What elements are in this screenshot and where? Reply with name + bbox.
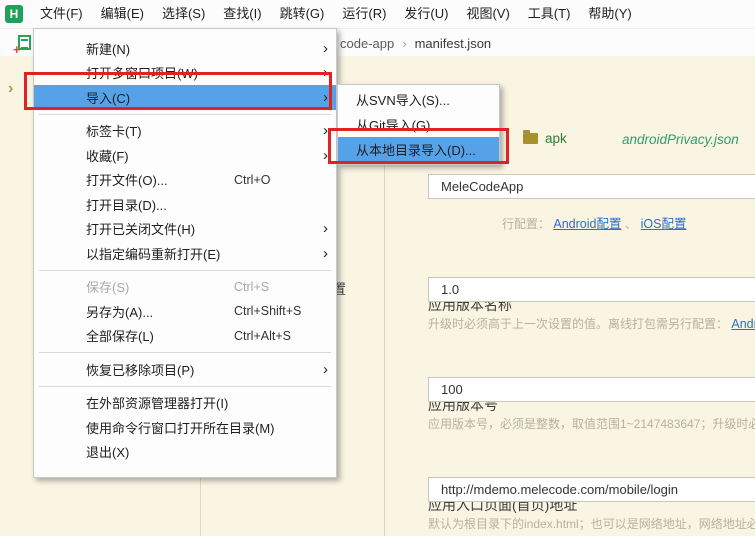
version-name-description: 升级时必须高于上一次设置的值。离线打包需另行配置： Andr <box>428 315 755 332</box>
chevron-right-icon[interactable]: › <box>8 80 13 98</box>
menubar-item-label: 工具(T) <box>528 6 571 21</box>
menu-separator <box>34 266 336 275</box>
submenu-arrow-icon <box>314 361 328 378</box>
highlight-box-import <box>24 72 332 110</box>
menu-item-label: 收藏(F) <box>86 146 234 165</box>
menu-item-label: 另存为(A)... <box>86 302 234 321</box>
version-name-desc-text: 升级时必须高于上一次设置的值。离线打包需另行配置： <box>428 317 728 331</box>
menubar-items: 文件(F) 编辑(E) 选择(S) 查找(I) 跳转(G) <box>31 0 641 28</box>
menubar-item[interactable]: 工具(T) <box>519 0 580 28</box>
manifest-sidebar-divider <box>384 100 385 536</box>
new-file-icon[interactable]: + <box>13 34 32 53</box>
menu-item-label: 新建(N) <box>86 39 234 58</box>
file-menu-item[interactable]: 标签卡(T) <box>34 119 336 144</box>
menubar-item-label: 文件(F) <box>40 6 83 21</box>
file-menu-item[interactable]: 以指定编码重新打开(E) <box>34 241 336 266</box>
file-menu-item[interactable]: 另存为(A)... Ctrl+Shift+S <box>34 299 336 324</box>
menubar-item[interactable]: 跳转(G) <box>271 0 334 28</box>
menu-item-label: 保存(S) <box>86 277 234 296</box>
hbuilderx-logo: H <box>5 5 23 23</box>
app-name-description: 行配置： Android配置 、 iOS配置 <box>502 213 687 232</box>
menubar-item-label: 帮助(Y) <box>588 6 631 21</box>
menubar-item[interactable]: 选择(S) <box>153 0 214 28</box>
menubar-item[interactable]: 发行(U) <box>395 0 457 28</box>
menubar-item-label: 编辑(E) <box>101 6 144 21</box>
menubar-item[interactable]: 查找(I) <box>214 0 270 28</box>
menu-item-label: 打开文件(O)... <box>86 170 234 189</box>
file-menu-item[interactable]: 在外部资源管理器打开(I) <box>34 391 336 416</box>
menu-item-label: 在外部资源管理器打开(I) <box>86 393 234 412</box>
breadcrumb-separator-icon: › <box>402 36 406 51</box>
menubar: H 文件(F) 编辑(E) 选择(S) 查找(I) <box>0 0 755 28</box>
tab-android-privacy[interactable]: androidPrivacy.json <box>622 132 739 147</box>
link-separator: 、 <box>625 217 638 231</box>
submenu-arrow-icon <box>314 220 328 237</box>
menu-item-label: 标签卡(T) <box>86 121 234 140</box>
menu-item-label: 打开目录(D)... <box>86 195 234 214</box>
menubar-item-label: 视图(V) <box>466 6 509 21</box>
file-menu-item[interactable]: 全部保存(L) Ctrl+Alt+S <box>34 324 336 349</box>
submenu-arrow-icon <box>314 245 328 262</box>
menubar-item-label: 跳转(G) <box>280 6 325 21</box>
file-menu-item[interactable]: 打开已关闭文件(H) <box>34 217 336 242</box>
plus-glyph: + <box>13 43 21 56</box>
tab-apk-label: apk <box>545 131 567 146</box>
tab-apk-folder[interactable]: apk <box>523 131 567 146</box>
file-menu-item[interactable]: 退出(X) <box>34 440 336 465</box>
version-code-input[interactable] <box>428 377 755 402</box>
menubar-item-label: 查找(I) <box>223 6 261 21</box>
folder-icon <box>523 133 538 144</box>
ios-config-link[interactable]: iOS配置 <box>641 217 687 231</box>
breadcrumb-file[interactable]: manifest.json <box>415 36 492 51</box>
menu-item-label: 以指定编码重新打开(E) <box>86 244 234 263</box>
app-name-input[interactable] <box>428 174 755 199</box>
menu-item-label: 使用命令行窗口打开所在目录(M) <box>86 418 234 437</box>
menu-item-label: 打开已关闭文件(H) <box>86 219 234 238</box>
highlight-box-import-local <box>328 128 509 164</box>
entry-page-input[interactable] <box>428 477 755 502</box>
menu-item-label: 恢复已移除项目(P) <box>86 360 234 379</box>
import-submenu-item[interactable]: 从SVN导入(S)... <box>338 87 499 112</box>
menu-item-label: 退出(X) <box>86 442 234 461</box>
android-config-link[interactable]: Android配置 <box>553 217 621 231</box>
menubar-item[interactable]: 帮助(Y) <box>579 0 640 28</box>
menubar-item[interactable]: 视图(V) <box>457 0 518 28</box>
version-name-input[interactable] <box>428 277 755 302</box>
hbuilderx-window: manifest.json apk androidPrivacy.json 行配… <box>0 0 755 536</box>
breadcrumb: code-app › manifest.json <box>340 29 491 57</box>
menu-separator <box>34 110 336 119</box>
file-menu-item[interactable]: 使用命令行窗口打开所在目录(M) <box>34 415 336 440</box>
file-menu-item[interactable]: 打开文件(O)... Ctrl+O <box>34 168 336 193</box>
menu-separator <box>34 348 336 357</box>
menubar-item-label: 运行(R) <box>342 6 386 21</box>
app-name-desc-fragment: 行配置： <box>502 217 550 231</box>
menu-item-label: 全部保存(L) <box>86 326 234 345</box>
submenu-arrow-icon <box>314 40 328 57</box>
version-code-description: 应用版本号，必须是整数，取值范围1~2147483647；升级时必 <box>428 415 755 432</box>
file-menu-item[interactable]: 收藏(F) <box>34 143 336 168</box>
menubar-item[interactable]: 运行(R) <box>333 0 395 28</box>
menubar-item-label: 发行(U) <box>404 6 448 21</box>
file-menu-item[interactable]: 打开目录(D)... <box>34 192 336 217</box>
menu-item-shortcut: Ctrl+Shift+S <box>234 304 314 318</box>
menu-item-label: 从SVN导入(S)... <box>356 90 491 109</box>
menubar-item[interactable]: 文件(F) <box>31 0 92 28</box>
entry-page-description: 默认为根目录下的index.html；也可以是网络地址，网络地址必 <box>428 515 755 532</box>
menubar-item[interactable]: 编辑(E) <box>92 0 153 28</box>
file-menu-item[interactable]: 恢复已移除项目(P) <box>34 357 336 382</box>
submenu-arrow-icon <box>314 122 328 139</box>
menu-item-shortcut: Ctrl+O <box>234 173 314 187</box>
file-menu-item[interactable]: 保存(S) Ctrl+S <box>34 275 336 300</box>
menubar-item-label: 选择(S) <box>162 6 205 21</box>
android-offline-config-link[interactable]: Andr <box>731 317 755 331</box>
breadcrumb-project[interactable]: code-app <box>340 36 394 51</box>
submenu-arrow-icon <box>314 147 328 164</box>
menu-separator <box>34 382 336 391</box>
file-menu-item[interactable]: 新建(N) <box>34 36 336 61</box>
menu-item-shortcut: Ctrl+Alt+S <box>234 329 314 343</box>
menu-item-shortcut: Ctrl+S <box>234 280 314 294</box>
